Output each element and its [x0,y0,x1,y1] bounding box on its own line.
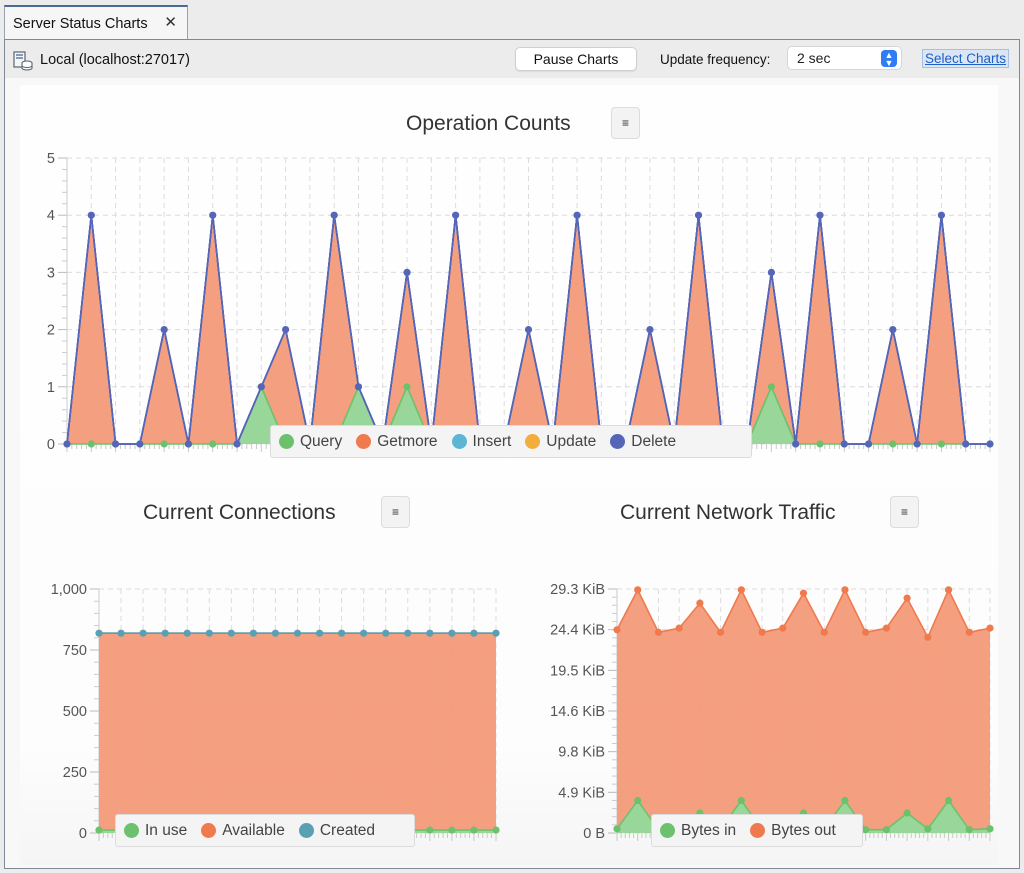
data-point-bytes-out [737,586,745,594]
data-point-bytes-out [634,586,642,594]
data-point-bytes-out [903,594,911,602]
current-network-traffic-chart: 0 B 4.9 KiB 9.8 KiB 14.6 KiB 19.5 KiB 24.4 Ki… [550,582,994,842]
y-tick-label: 4.9 KiB [558,785,605,801]
pause-charts-button[interactable]: Pause Charts [515,47,637,71]
data-point-bytes-out [965,628,973,636]
data-point-bytes-in [841,796,849,805]
data-point-bytes-in [986,825,994,833]
data-point-bytes-in [882,826,890,834]
data-point-bytes-in [903,809,911,817]
data-point-bytes-out [779,624,787,632]
legend-swatch [750,823,766,838]
y-tick-label: 0 B [583,826,605,842]
update-frequency-label: Update frequency: [660,52,771,67]
toolbar: Local (localhost:27017) Pause Charts Upd… [5,40,1019,78]
data-point-bytes-out [696,599,704,607]
data-point-bytes-out [717,628,725,636]
tab-title: Server Status Charts [13,15,148,32]
charts-area: Operation Counts ≡ 012345 Query Getmore In… [20,85,998,865]
y-tick-label: 19.5 KiB [550,663,605,679]
data-point-bytes-out [924,633,932,641]
data-point-bytes-in [924,825,932,833]
data-point-bytes-in [634,796,642,805]
data-point-bytes-out [820,628,828,636]
legend-item-bytes-out[interactable]: Bytes out [750,822,836,840]
legend-swatch [660,823,675,838]
data-point-bytes-in [613,825,621,833]
select-charts-link[interactable]: Select Charts [922,49,1010,68]
tab-bar: Server Status Charts ✕ [0,0,1024,40]
server-database-icon [13,51,33,71]
area-bytes-out [617,589,990,830]
y-tick-label: 14.6 KiB [550,704,605,720]
y-tick-label: 24.4 KiB [550,623,605,639]
data-point-bytes-out [654,628,663,636]
close-icon[interactable]: ✕ [164,13,177,31]
current-network-traffic-legend: Bytes in Bytes out [651,814,863,847]
data-point-bytes-in [737,796,745,805]
connection-label: Local (localhost:27017) [40,52,190,68]
update-frequency-value: 2 sec [797,50,831,66]
data-point-bytes-out [862,628,870,636]
y-tick-label: 29.3 KiB [550,582,605,598]
data-point-bytes-out [841,586,849,594]
data-point-bytes-out [944,586,953,594]
chevron-up-down-icon: ▲ ▼ [881,50,897,68]
data-point-bytes-out [675,624,683,632]
y-tick-label: 9.8 KiB [558,745,605,761]
legend-label: Bytes out [771,821,836,839]
legend-item-bytes-in[interactable]: Bytes in [660,822,736,840]
update-frequency-select[interactable]: 2 sec ▲ ▼ [787,46,902,70]
tab-server-status-charts[interactable]: Server Status Charts ✕ [4,5,188,40]
data-point-bytes-in [944,796,953,805]
data-point-bytes-in [965,826,973,834]
data-point-bytes-out [758,628,766,636]
legend-label: Bytes in [681,821,737,839]
data-point-bytes-out [799,589,808,597]
data-point-bytes-out [882,624,890,632]
data-point-bytes-out [986,624,994,632]
data-point-bytes-out [613,626,621,634]
server-status-panel: Local (localhost:27017) Pause Charts Upd… [4,39,1020,869]
data-point-bytes-in [862,826,870,834]
